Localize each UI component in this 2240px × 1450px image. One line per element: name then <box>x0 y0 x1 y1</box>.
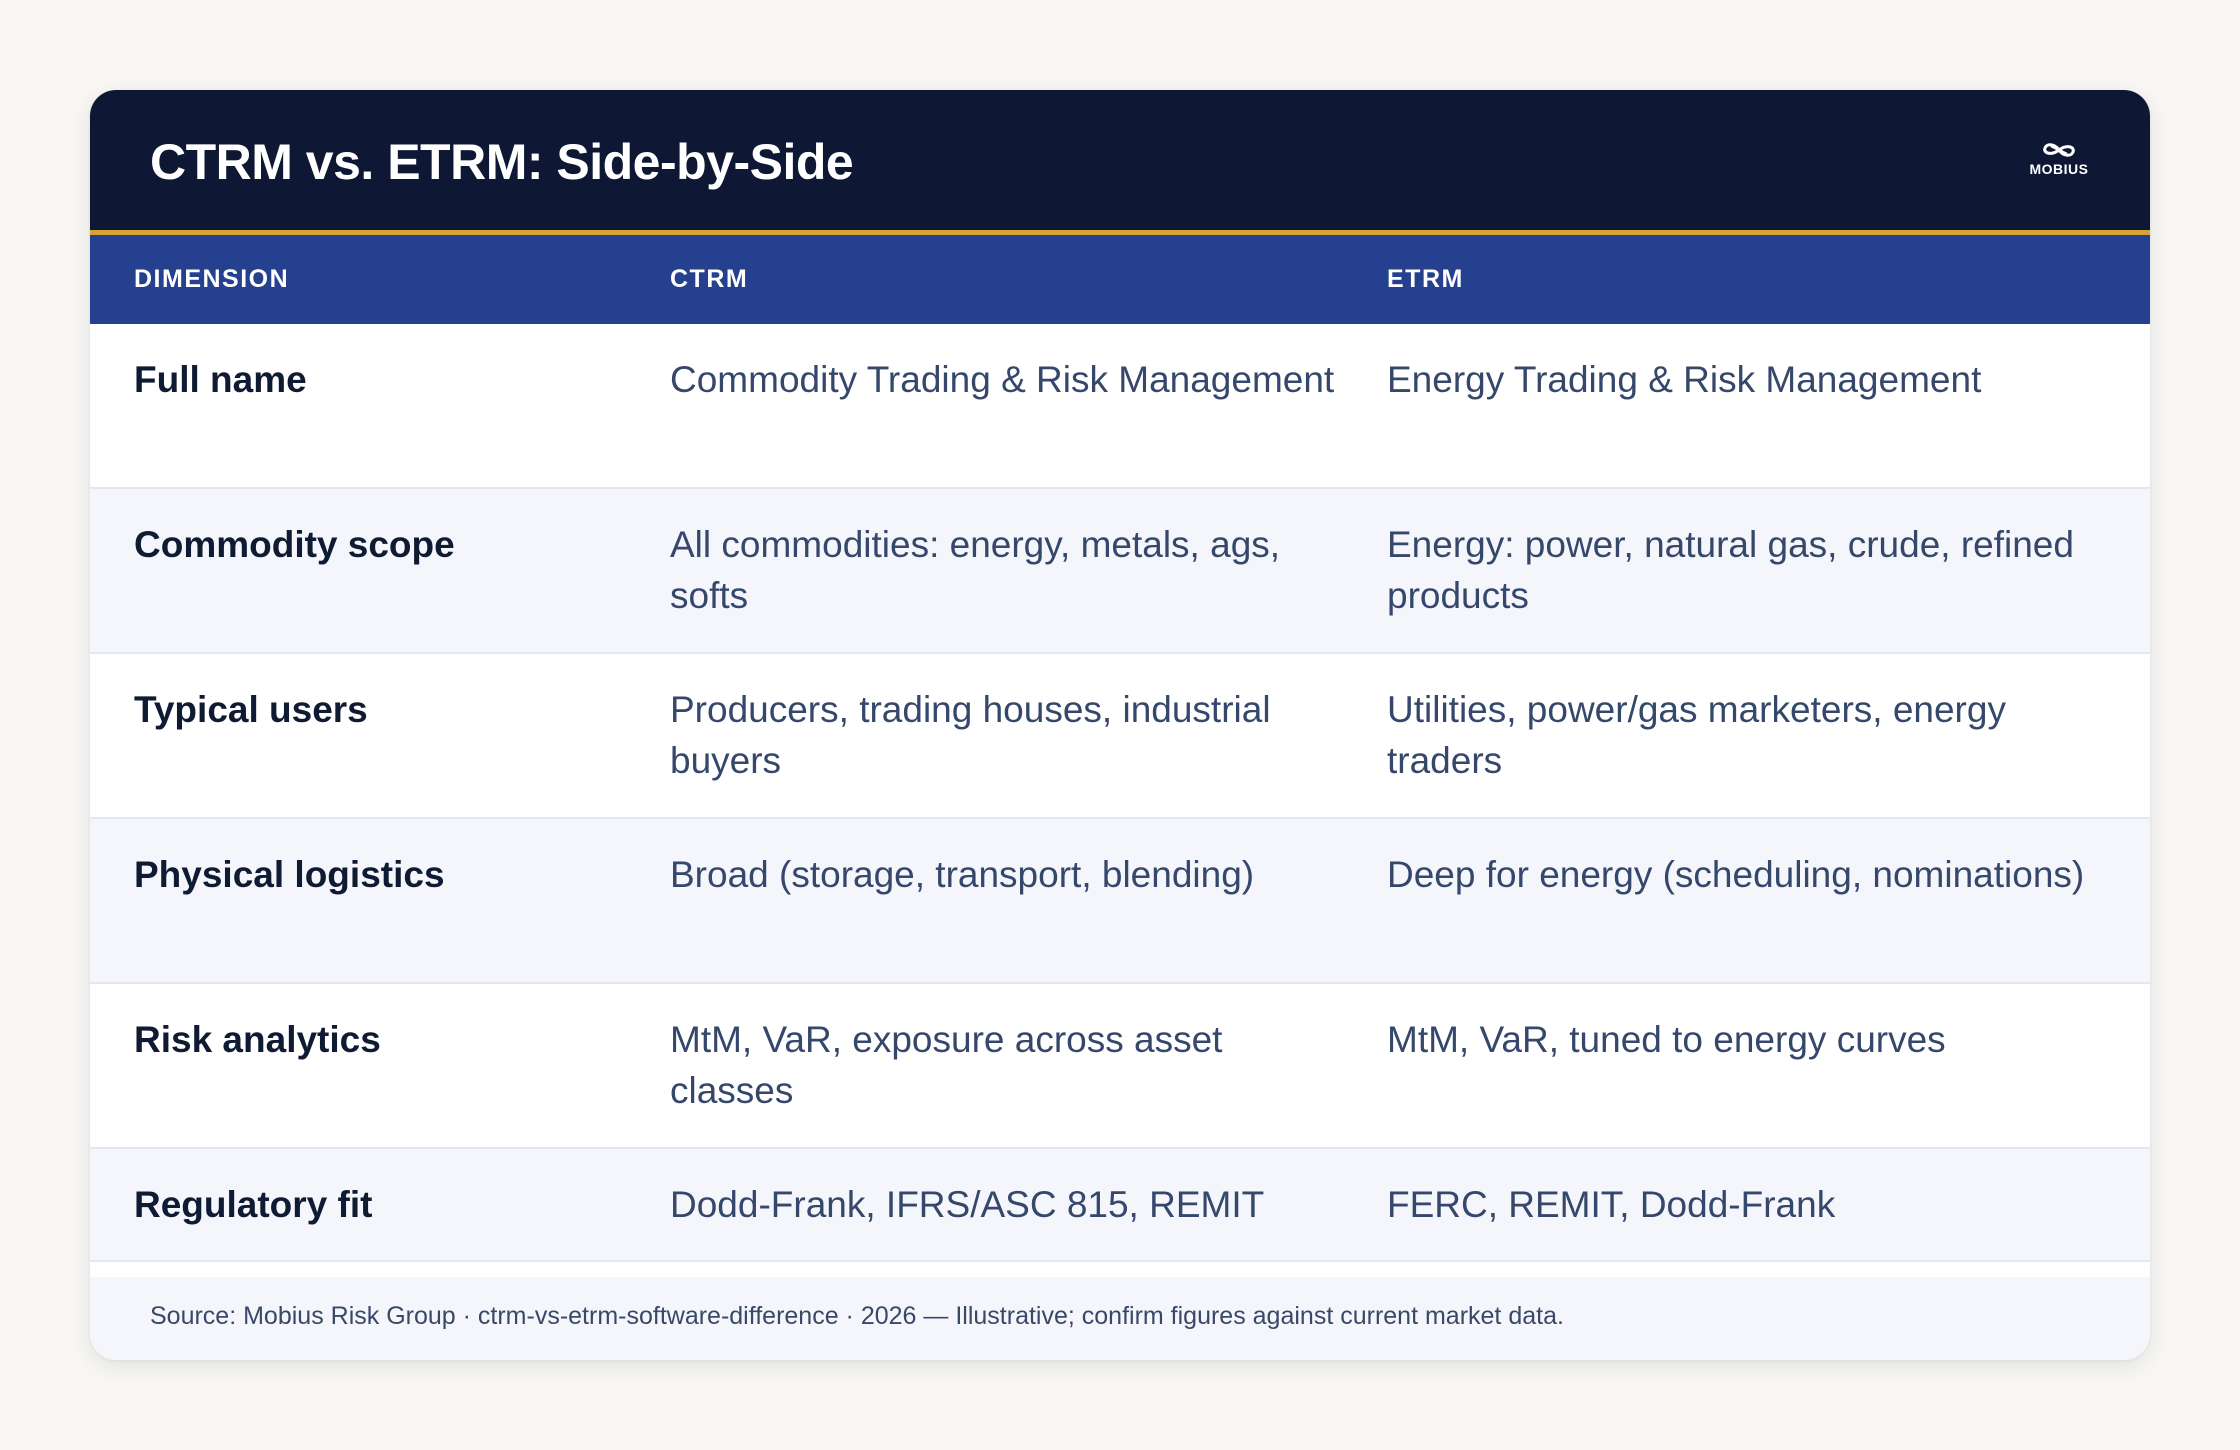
etrm-cell: Energy Trading & Risk Management <box>1387 359 1982 400</box>
column-header-dimension: DIMENSION <box>134 265 290 293</box>
dimension-cell: Typical users <box>134 689 368 730</box>
dimension-cell: Regulatory fit <box>134 1184 373 1225</box>
etrm-cell: Utilities, power/gas marketers, energy t… <box>1387 689 2006 781</box>
mobius-logo: MOBIUS <box>2026 140 2092 180</box>
table-row: Typical users Producers, trading houses,… <box>90 654 2150 819</box>
table-row: Commodity scope All commodities: energy,… <box>90 489 2150 654</box>
etrm-cell: MtM, VaR, tuned to energy curves <box>1387 1019 1946 1060</box>
ctrm-cell: Broad (storage, transport, blending) <box>670 854 1255 895</box>
dimension-cell: Full name <box>134 359 307 400</box>
table-row: Full name Commodity Trading & Risk Manag… <box>90 324 2150 489</box>
table-row: Regulatory fit Dodd-Frank, IFRS/ASC 815,… <box>90 1149 2150 1262</box>
dimension-cell: Physical logistics <box>134 854 445 895</box>
comparison-card: CTRM vs. ETRM: Side-by-Side MOBIUS DIMEN… <box>90 90 2150 1360</box>
table-body: Full name Commodity Trading & Risk Manag… <box>90 324 2150 1262</box>
table-row: Physical logistics Broad (storage, trans… <box>90 819 2150 984</box>
column-header-ctrm: CTRM <box>670 265 749 293</box>
card-footer: Source: Mobius Risk Group · ctrm-vs-etrm… <box>90 1277 2150 1360</box>
source-note: Source: Mobius Risk Group · ctrm-vs-etrm… <box>150 1302 1564 1330</box>
dimension-cell: Commodity scope <box>134 524 455 565</box>
table-row: Risk analytics MtM, VaR, exposure across… <box>90 984 2150 1149</box>
column-header-etrm: ETRM <box>1387 265 1464 293</box>
infinity-icon <box>2043 143 2075 157</box>
dimension-cell: Risk analytics <box>134 1019 381 1060</box>
etrm-cell: FERC, REMIT, Dodd-Frank <box>1387 1184 1836 1225</box>
ctrm-cell: Producers, trading houses, industrial bu… <box>670 689 1271 781</box>
etrm-cell: Energy: power, natural gas, crude, refin… <box>1387 524 2074 616</box>
card-header: CTRM vs. ETRM: Side-by-Side MOBIUS <box>90 90 2150 235</box>
ctrm-cell: Commodity Trading & Risk Management <box>670 359 1335 400</box>
ctrm-cell: MtM, VaR, exposure across asset classes <box>670 1019 1223 1111</box>
etrm-cell: Deep for energy (scheduling, nominations… <box>1387 854 2085 895</box>
table-header: DIMENSION CTRM ETRM <box>90 235 2150 324</box>
ctrm-cell: Dodd-Frank, IFRS/ASC 815, REMIT <box>670 1184 1265 1225</box>
page-title: CTRM vs. ETRM: Side-by-Side <box>150 134 854 190</box>
logo-text: MOBIUS <box>2029 161 2089 177</box>
ctrm-cell: All commodities: energy, metals, ags, so… <box>670 524 1281 616</box>
